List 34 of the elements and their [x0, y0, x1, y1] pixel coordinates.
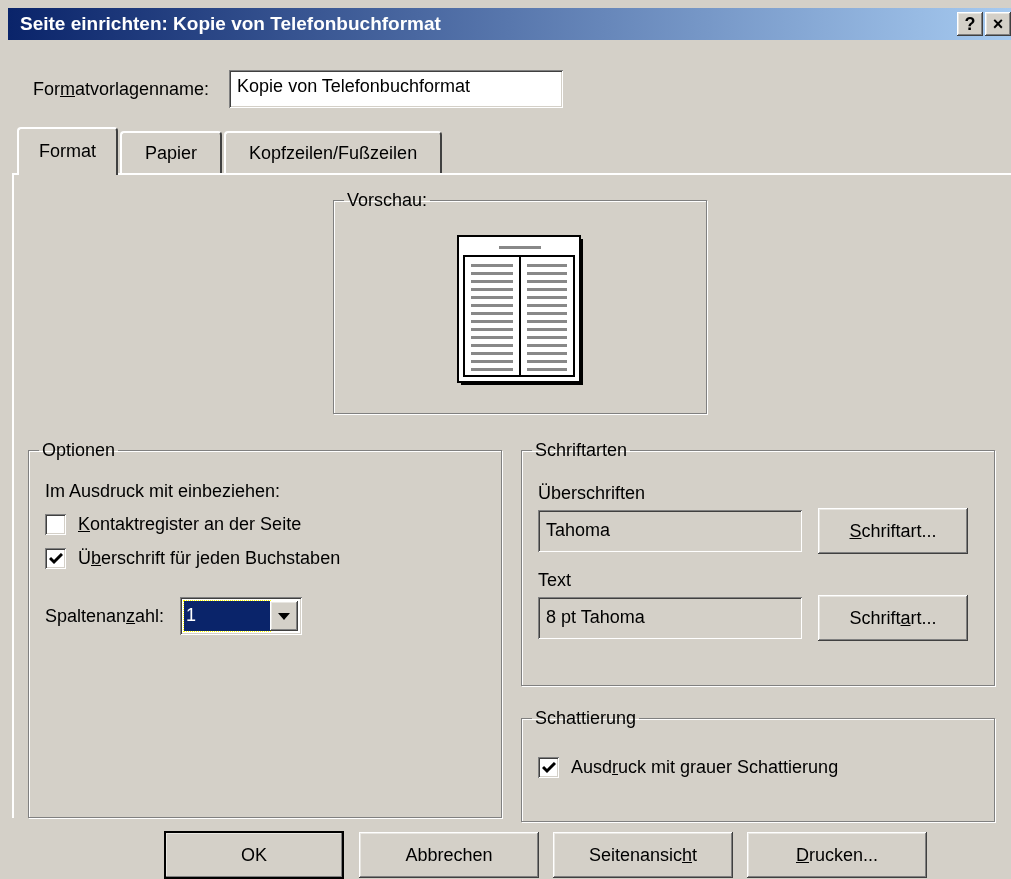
checkbox-label: Ausdruck mit grauer Schattierung — [571, 757, 839, 778]
group-title: Optionen — [42, 440, 116, 460]
field-label: Text — [538, 570, 572, 591]
dialog-button[interactable]: Drucken... — [747, 832, 927, 878]
checkbox[interactable] — [45, 514, 66, 535]
window-title: Seite einrichten: Kopie von Telefonbuchformat — [20, 13, 442, 35]
checkmark-icon — [541, 761, 556, 774]
font-button[interactable]: Schriftart... — [818, 508, 968, 554]
checkbox-label: Kontaktregister an der Seite — [78, 514, 302, 535]
help-button[interactable]: ? — [957, 12, 983, 36]
font-field: Tahoma — [538, 510, 802, 552]
field-label: Formatvorlagenname: — [33, 78, 210, 100]
section-text: Im Ausdruck mit einbeziehen: — [45, 481, 282, 502]
dialog-button[interactable]: Seitenansicht — [553, 832, 733, 878]
tab[interactable]: Kopfzeilen/Fußzeilen — [224, 131, 443, 173]
group-title: Schriftarten — [535, 440, 628, 460]
group-title: Vorschau: — [347, 190, 428, 210]
field-label: Spaltenanzahl: — [45, 605, 165, 627]
checkbox[interactable] — [538, 757, 559, 778]
checkbox-label: Überschrift für jeden Buchstaben — [78, 548, 341, 569]
tab[interactable]: Format — [17, 127, 118, 175]
font-button[interactable]: Schriftart... — [818, 595, 968, 641]
dialog-button[interactable]: OK — [165, 832, 343, 878]
font-field: 8 pt Tahoma — [538, 597, 802, 639]
field-label: Überschriften — [538, 483, 647, 504]
tab[interactable]: Papier — [120, 131, 223, 173]
dialog-button[interactable]: Abbrechen — [359, 832, 539, 878]
caret-icon — [278, 612, 291, 620]
input-field[interactable]: Kopie von Telefonbuchformat — [229, 70, 564, 108]
checkbox[interactable] — [45, 548, 66, 569]
group-title: Schattierung — [535, 708, 637, 728]
checkmark-icon — [48, 552, 63, 565]
close-button[interactable]: × — [985, 12, 1011, 36]
column-count-dropdown[interactable]: 1 — [180, 597, 303, 635]
